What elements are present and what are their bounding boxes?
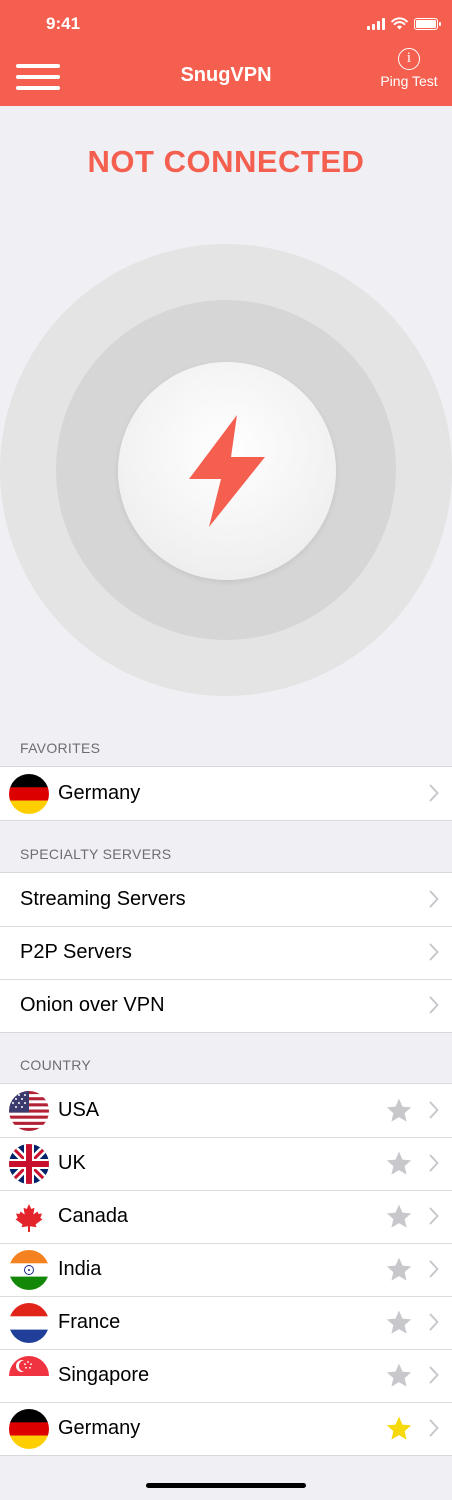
chevron-right-icon xyxy=(429,1313,439,1331)
app-header: 9:41 SnugVPN i Ping Test xyxy=(0,0,452,106)
status-icons xyxy=(367,17,441,30)
list-item-label: Singapore xyxy=(58,1364,150,1386)
chevron-right-icon xyxy=(429,1366,439,1384)
connection-status: NOT CONNECTED xyxy=(87,144,365,179)
specialty-list: Streaming Servers P2P Servers Onion over… xyxy=(0,872,452,1033)
list-item-label: P2P Servers xyxy=(20,941,132,963)
specialty-item-onion[interactable]: Onion over VPN xyxy=(0,979,452,1032)
list-item-label: USA xyxy=(58,1099,100,1121)
star-icon[interactable] xyxy=(386,1310,412,1335)
chevron-right-icon xyxy=(429,1101,439,1119)
chevron-right-icon xyxy=(429,943,439,961)
lightning-bolt-icon xyxy=(189,415,265,527)
star-icon[interactable] xyxy=(386,1151,412,1176)
connect-button[interactable] xyxy=(118,362,336,580)
chevron-right-icon xyxy=(429,1207,439,1225)
ping-test-button[interactable]: i Ping Test xyxy=(378,48,440,89)
favorites-list: Germany xyxy=(0,766,452,821)
chevron-right-icon xyxy=(429,996,439,1014)
favorites-section-header: FAVORITES xyxy=(20,740,101,756)
list-item-label: France xyxy=(58,1311,121,1333)
country-item-usa[interactable]: USA xyxy=(0,1084,452,1137)
germany-flag-icon xyxy=(9,1408,49,1449)
uk-flag-icon xyxy=(9,1143,49,1184)
list-item-label: Onion over VPN xyxy=(20,994,165,1016)
favorite-item-germany[interactable]: Germany xyxy=(0,767,452,820)
country-item-canada[interactable]: Canada xyxy=(0,1190,452,1243)
canada-flag-icon xyxy=(9,1196,49,1237)
star-icon[interactable] xyxy=(386,1363,412,1388)
list-item-label: UK xyxy=(58,1152,86,1174)
chevron-right-icon xyxy=(429,784,439,802)
star-icon[interactable] xyxy=(386,1204,412,1229)
chevron-right-icon xyxy=(429,1419,439,1437)
star-icon[interactable] xyxy=(386,1098,412,1123)
france-flag-icon xyxy=(9,1302,49,1343)
country-section-header: COUNTRY xyxy=(20,1057,92,1073)
specialty-item-p2p[interactable]: P2P Servers xyxy=(0,926,452,979)
country-item-india[interactable]: India xyxy=(0,1243,452,1296)
list-item-label: Germany xyxy=(58,782,141,804)
info-icon: i xyxy=(398,48,420,70)
singapore-flag-icon xyxy=(9,1355,49,1396)
star-icon[interactable] xyxy=(386,1257,412,1282)
specialty-item-streaming[interactable]: Streaming Servers xyxy=(0,873,452,926)
specialty-section-header: SPECIALTY SERVERS xyxy=(20,846,172,862)
ping-test-label: Ping Test xyxy=(380,73,438,89)
star-icon-active[interactable] xyxy=(386,1416,412,1441)
country-item-france[interactable]: France xyxy=(0,1296,452,1349)
country-item-singapore[interactable]: Singapore xyxy=(0,1349,452,1402)
list-item-label: India xyxy=(58,1258,102,1280)
status-time: 9:41 xyxy=(46,14,81,33)
list-item-label: Germany xyxy=(58,1417,141,1439)
list-item-label: Canada xyxy=(58,1205,129,1227)
battery-icon xyxy=(414,17,441,30)
chevron-right-icon xyxy=(429,1154,439,1172)
country-list: USA UK Canada India France Singapore Ger… xyxy=(0,1083,452,1456)
chevron-right-icon xyxy=(429,1260,439,1278)
usa-flag-icon xyxy=(9,1090,49,1131)
country-item-uk[interactable]: UK xyxy=(0,1137,452,1190)
home-indicator xyxy=(146,1483,306,1488)
country-item-germany[interactable]: Germany xyxy=(0,1402,452,1455)
chevron-right-icon xyxy=(429,890,439,908)
germany-flag-icon xyxy=(9,773,49,814)
cellular-signal-icon xyxy=(367,17,385,30)
list-item-label: Streaming Servers xyxy=(20,888,186,910)
india-flag-icon xyxy=(9,1249,49,1290)
wifi-icon xyxy=(391,17,408,30)
